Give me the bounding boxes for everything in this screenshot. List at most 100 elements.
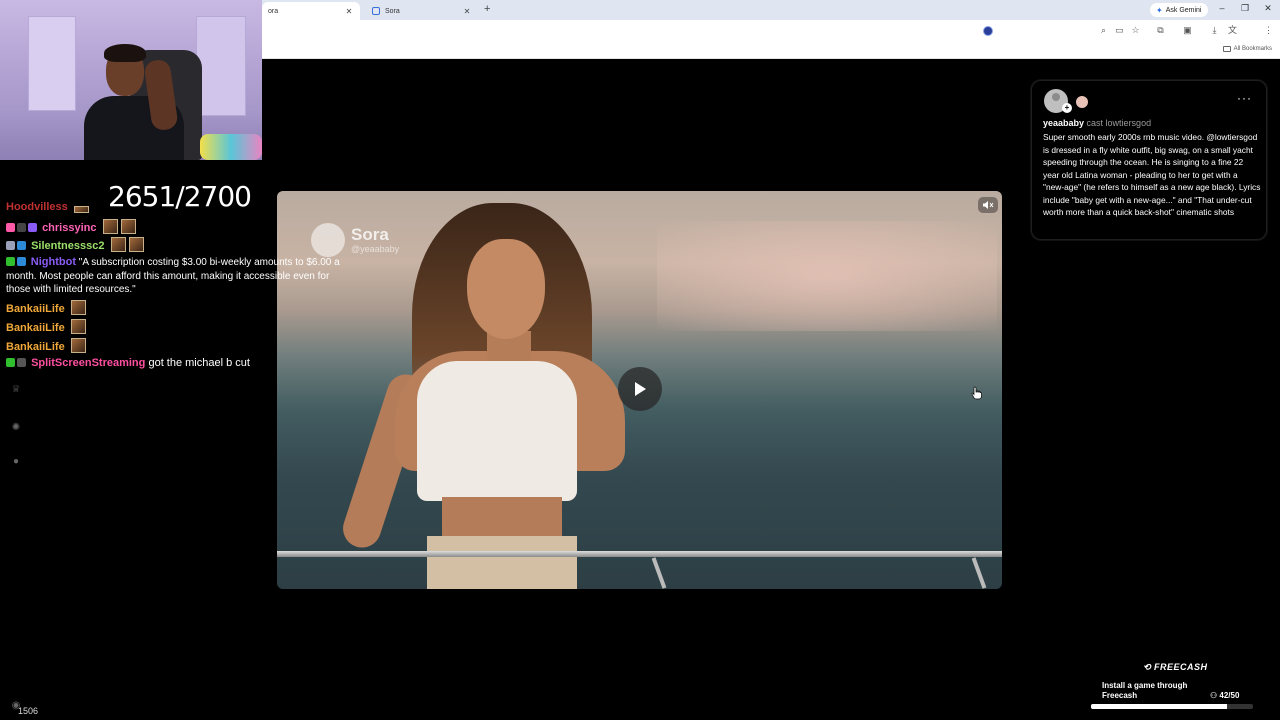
- freecash-progress-bar: [1091, 704, 1253, 709]
- badge-icon: [17, 358, 26, 367]
- video-yacht-rail: [651, 557, 667, 589]
- sub-goal-counter: 2651/2700: [108, 180, 252, 213]
- video-yacht-rail: [971, 557, 987, 589]
- freecash-logo-text: FREECASH: [1154, 662, 1208, 672]
- chat-message: Nightbot "A subscription costing $3.00 b…: [6, 256, 351, 297]
- menu-kebab-icon[interactable]: ⋮: [1263, 25, 1274, 36]
- video-yacht-rail: [277, 551, 1002, 557]
- post-author[interactable]: yeaababy: [1043, 118, 1084, 128]
- more-options-button[interactable]: ···: [1237, 91, 1252, 105]
- settings-icon[interactable]: ✺: [10, 422, 22, 434]
- cast-icon[interactable]: ▭: [1114, 25, 1125, 36]
- freecash-count-value: 42/50: [1219, 691, 1240, 700]
- people-icon: ⚇: [1210, 691, 1220, 700]
- chat-message: Hoodvilless: [6, 201, 89, 213]
- play-button[interactable]: [618, 367, 662, 411]
- tab-close-icon[interactable]: ✕: [344, 7, 354, 16]
- bookmarks-bar: All Bookmarks: [262, 42, 1280, 59]
- maximize-button[interactable]: ❐: [1239, 3, 1251, 14]
- freecash-logo-icon: ⟲: [1143, 662, 1155, 672]
- tab-title: ora: [268, 7, 279, 15]
- badge-verified-icon: [6, 257, 15, 266]
- hand-cursor-icon: [971, 386, 982, 400]
- chat-username: BankaiiLife: [6, 303, 65, 315]
- emote-icon: [70, 338, 86, 353]
- chat-message: Silentnesssc2: [6, 237, 144, 252]
- emote-icon: [70, 300, 86, 315]
- emote-icon: [73, 206, 89, 213]
- chat-message: BankaiiLife: [6, 338, 86, 353]
- post-description: Super smooth early 2000s rnb music video…: [1043, 132, 1261, 217]
- download-icon[interactable]: ⤓: [1209, 25, 1220, 36]
- post-cast[interactable]: cast lowtiersgod: [1087, 118, 1152, 128]
- translate-icon[interactable]: 文: [1227, 25, 1238, 36]
- chat-message: chrissyinc: [6, 219, 136, 234]
- emote-icon: [120, 219, 136, 234]
- new-tab-button[interactable]: +: [484, 3, 490, 15]
- chat-text: got the michael b cut: [148, 357, 250, 369]
- cast-avatar[interactable]: [1076, 96, 1088, 108]
- badge-icon: [17, 257, 26, 266]
- screen: ora ✕ Sora ✕ + ✦ Ask Gemini – ❐ ✕ ⌕ ▭ ☆ …: [0, 0, 1280, 720]
- badge-verified-icon: [6, 358, 15, 367]
- video-subject-pants: [427, 536, 577, 589]
- chat-username: Silentnesssc2: [31, 240, 105, 252]
- chat-username: Hoodvilless: [6, 201, 68, 213]
- browser-tab-bar: ora ✕ Sora ✕ + ✦ Ask Gemini – ❐ ✕: [262, 0, 1280, 20]
- tab-close-icon[interactable]: ✕: [462, 7, 472, 16]
- webcam-door: [28, 16, 76, 111]
- sora-watermark-name: Sora: [351, 225, 389, 244]
- emote-icon: [70, 319, 86, 334]
- webcam-blanket: [200, 134, 262, 160]
- chat-username: chrissyinc: [42, 222, 97, 234]
- viewer-count: 1506: [18, 706, 39, 716]
- sidepanel-icon[interactable]: ▣: [1182, 25, 1193, 36]
- sora-watermark-handle: @yeaababy: [351, 244, 400, 254]
- minimize-button[interactable]: –: [1216, 3, 1228, 13]
- post-description-card: + ··· yeaababy cast lowtiersgod Super sm…: [1031, 80, 1267, 240]
- gemini-sparkle-icon: ✦: [1156, 5, 1163, 15]
- play-icon: [635, 382, 646, 396]
- trophy-icon[interactable]: ♕: [10, 384, 22, 396]
- speaker-muted-icon: [983, 201, 994, 209]
- emote-icon: [110, 237, 126, 252]
- freecash-count: ⚇ 42/50: [1210, 691, 1239, 700]
- webcam-person-hair: [104, 44, 146, 62]
- video-subject-face: [467, 239, 545, 339]
- post-byline: yeaababy cast lowtiersgod: [1043, 118, 1151, 128]
- profile-avatar[interactable]: [983, 26, 993, 36]
- all-bookmarks-button[interactable]: All Bookmarks: [1222, 46, 1272, 52]
- ask-gemini-button[interactable]: ✦ Ask Gemini: [1150, 3, 1208, 17]
- freecash-goal-text: Install a game through Freecash: [1102, 681, 1188, 700]
- freecash-progress-fill: [1091, 704, 1228, 709]
- ask-gemini-label: Ask Gemini: [1165, 6, 1202, 14]
- sora-logo-icon: [311, 223, 345, 257]
- tab-title: Sora: [385, 7, 400, 15]
- chat-username: BankaiiLife: [6, 322, 65, 334]
- zoom-icon[interactable]: ⌕: [1098, 25, 1109, 36]
- follow-plus-icon[interactable]: +: [1062, 103, 1072, 113]
- chat-message: BankaiiLife: [6, 300, 86, 315]
- close-window-button[interactable]: ✕: [1262, 3, 1274, 14]
- tab-sora[interactable]: Sora ✕: [366, 2, 478, 20]
- mute-button[interactable]: [978, 197, 998, 213]
- sora-favicon-icon: [372, 7, 380, 15]
- badge-icon: [28, 223, 37, 232]
- webcam-feed: [0, 0, 262, 160]
- chat-username: Nightbot: [30, 256, 76, 268]
- emote-icon: [102, 219, 118, 234]
- chat-message: BankaiiLife: [6, 319, 86, 334]
- badge-heart-icon: [6, 223, 15, 232]
- chat-message: SplitScreenStreaming got the michael b c…: [6, 357, 250, 369]
- freecash-logo: ⟲ FREECASH: [1143, 662, 1208, 673]
- video-sky: [657, 221, 997, 331]
- chat-username: BankaiiLife: [6, 341, 65, 353]
- avatar-icon[interactable]: ●: [10, 456, 22, 468]
- webcam-door: [196, 16, 246, 116]
- star-bookmark-icon[interactable]: ☆: [1130, 25, 1141, 36]
- video-subject-top: [417, 361, 577, 501]
- tab-active[interactable]: ora ✕: [262, 2, 360, 20]
- video-player[interactable]: Sora @yeaababy: [277, 191, 1002, 589]
- chat-username: SplitScreenStreaming: [31, 357, 146, 369]
- extensions-icon[interactable]: ⧉: [1155, 25, 1166, 36]
